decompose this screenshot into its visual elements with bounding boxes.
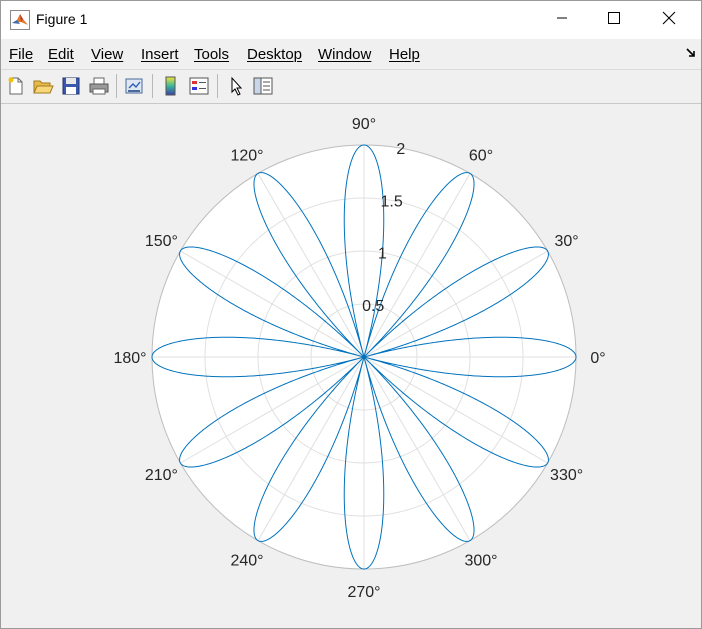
menu-bar: File Edit View Insert Tools Desktop Wind…	[1, 39, 701, 69]
menu-desktop[interactable]: Desktop	[247, 46, 302, 63]
theta-tick-label: 240°	[230, 553, 263, 570]
open-file-icon[interactable]	[32, 75, 54, 97]
link-plot-icon[interactable]	[123, 75, 145, 97]
theta-tick-label: 150°	[145, 233, 178, 250]
dock-arrow-icon[interactable]	[685, 46, 697, 58]
insert-colorbar-icon[interactable]	[160, 75, 182, 97]
menu-help[interactable]: Help	[389, 46, 420, 63]
theta-tick-label: 330°	[550, 467, 583, 484]
r-tick-label: 0.5	[362, 298, 384, 315]
menu-file[interactable]: File	[9, 46, 33, 63]
insert-legend-icon[interactable]	[188, 75, 210, 97]
print-icon[interactable]	[88, 75, 110, 97]
toolbar-separator	[217, 74, 218, 98]
menu-view[interactable]: View	[91, 46, 123, 63]
r-tick-label: 2	[396, 141, 405, 158]
window-title: Figure 1	[36, 11, 88, 27]
minimize-icon	[556, 11, 568, 29]
theta-tick-label: 30°	[554, 233, 578, 250]
menu-insert[interactable]: Insert	[141, 46, 179, 63]
save-icon[interactable]	[60, 75, 82, 97]
matlab-icon	[10, 10, 30, 30]
figure-canvas[interactable]: 0° 30° 60° 90° 120° 150° 180° 210° 240° 270° 300° 3…	[1, 104, 701, 628]
close-icon	[662, 11, 676, 30]
toolbar-separator	[152, 74, 153, 98]
close-button[interactable]	[646, 1, 692, 39]
theta-tick-label: 0°	[590, 350, 605, 367]
figure-toolbar	[1, 69, 701, 104]
theta-tick-label: 90°	[352, 116, 376, 133]
r-tick-label: 1.5	[380, 193, 402, 210]
maximize-button[interactable]	[591, 1, 637, 39]
menu-edit[interactable]: Edit	[48, 46, 74, 63]
theta-tick-label: 60°	[469, 147, 493, 164]
minimize-button[interactable]	[539, 1, 585, 39]
theta-tick-label: 180°	[113, 350, 146, 367]
menu-window[interactable]: Window	[318, 46, 371, 63]
maximize-icon	[608, 11, 620, 29]
pointer-icon[interactable]	[225, 75, 247, 97]
theta-tick-label: 270°	[347, 584, 380, 601]
menu-tools[interactable]: Tools	[194, 46, 229, 63]
theta-tick-label: 210°	[145, 467, 178, 484]
r-tick-label: 1	[378, 246, 387, 263]
polar-plot: 0° 30° 60° 90° 120° 150° 180° 210° 240° 270° 300° 3…	[113, 116, 605, 601]
toolbar-separator	[116, 74, 117, 98]
title-bar: Figure 1	[1, 1, 701, 39]
theta-tick-label: 300°	[464, 553, 497, 570]
property-inspector-icon[interactable]	[252, 75, 274, 97]
new-figure-icon[interactable]	[5, 75, 27, 97]
theta-tick-label: 120°	[230, 147, 263, 164]
figure-window: Figure 1 File Edit View Insert Tools Des…	[0, 0, 702, 629]
